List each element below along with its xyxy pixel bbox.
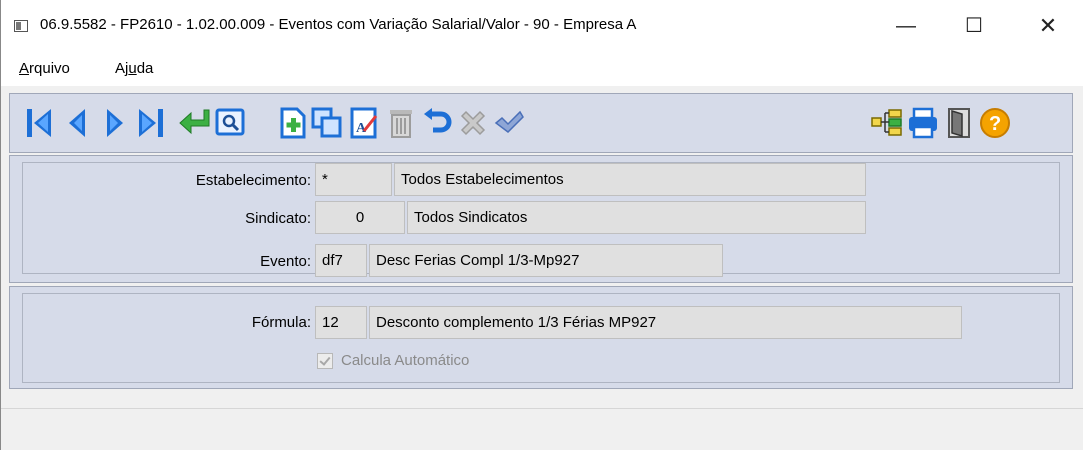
menu-arquivo-accel: A <box>19 60 30 77</box>
estabelecimento-description-field: Todos Estabelecimentos <box>394 163 866 196</box>
sindicato-label: Sindicato: <box>245 210 311 227</box>
sindicato-code-field[interactable]: 0 <box>315 201 405 234</box>
app-icon[interactable] <box>14 20 28 32</box>
search-icon[interactable] <box>214 102 248 144</box>
menu-ajuda-post: da <box>136 60 154 77</box>
menu-bar: Arquivo Ajuda <box>1 52 1083 86</box>
edit-icon[interactable]: A <box>348 102 382 144</box>
menu-ajuda[interactable]: Ajuda <box>115 60 153 77</box>
close-button[interactable]: ✕ <box>1025 8 1071 44</box>
copy-icon[interactable] <box>310 102 344 144</box>
title-bar[interactable]: 06.9.5582 - FP2610 - 1.02.00.009 - Event… <box>1 0 1083 52</box>
last-record-icon[interactable] <box>134 102 168 144</box>
formula-label: Fórmula: <box>251 314 311 331</box>
formula-description-field: Desconto complemento 1/3 Férias MP927 <box>369 306 962 339</box>
window-title: 06.9.5582 - FP2610 - 1.02.00.009 - Event… <box>40 16 637 33</box>
help-icon[interactable]: ? <box>978 102 1012 144</box>
maximize-button[interactable]: ☐ <box>951 8 997 44</box>
return-icon[interactable] <box>178 102 212 144</box>
formula-code-field[interactable]: 12 <box>315 306 367 339</box>
evento-code-field[interactable]: df7 <box>315 244 367 277</box>
evento-label: Evento: <box>260 253 311 270</box>
tree-icon[interactable] <box>870 102 904 144</box>
next-record-icon[interactable] <box>98 102 132 144</box>
status-bar-divider <box>1 408 1083 409</box>
delete-icon[interactable] <box>384 102 418 144</box>
menu-arquivo[interactable]: Arquivo <box>19 60 70 77</box>
first-record-icon[interactable] <box>22 102 56 144</box>
exit-icon[interactable] <box>942 102 976 144</box>
minimize-button[interactable]: — <box>883 8 929 44</box>
estabelecimento-label: Estabelecimento: <box>195 172 311 189</box>
cancel-icon[interactable] <box>456 102 490 144</box>
estabelecimento-code-field[interactable]: * <box>315 163 392 196</box>
menu-ajuda-pre: Aj <box>115 60 129 77</box>
main-window: 06.9.5582 - FP2610 - 1.02.00.009 - Event… <box>0 0 1083 450</box>
calcula-automatico-label: Calcula Automático <box>341 352 470 369</box>
new-record-icon[interactable] <box>276 102 310 144</box>
menu-arquivo-post: rquivo <box>29 60 70 77</box>
sindicato-description-field: Todos Sindicatos <box>407 201 866 234</box>
help-glyph: ? <box>989 113 1001 135</box>
previous-record-icon[interactable] <box>60 102 94 144</box>
undo-icon[interactable] <box>420 102 454 144</box>
evento-description-field: Desc Ferias Compl 1/3-Mp927 <box>369 244 723 277</box>
confirm-icon[interactable] <box>492 102 526 144</box>
toolbar: A ? <box>9 93 1073 153</box>
menu-ajuda-accel: u <box>128 60 137 77</box>
print-icon[interactable] <box>906 102 940 144</box>
calcula-automatico-checkbox[interactable] <box>317 353 333 369</box>
